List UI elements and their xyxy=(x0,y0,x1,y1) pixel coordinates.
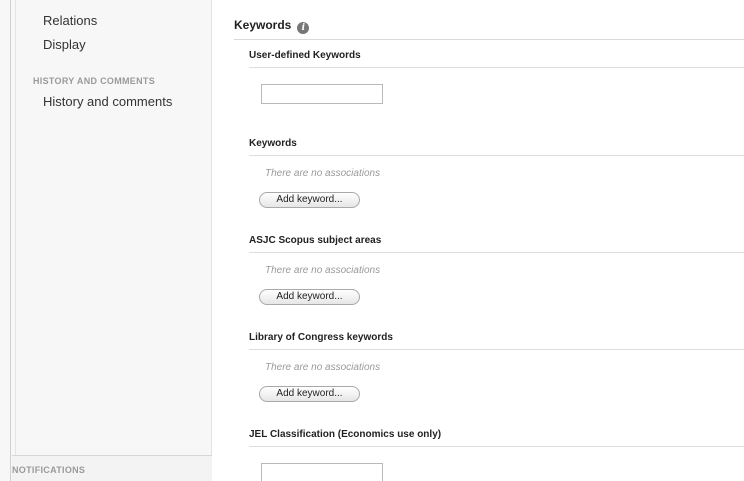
section-title: Keywords i xyxy=(234,18,310,34)
info-icon[interactable]: i xyxy=(297,22,310,34)
sidebar-rail-inner xyxy=(15,0,16,481)
add-keyword-button[interactable]: Add keyword... xyxy=(259,192,360,208)
sidebar-item-history[interactable]: History and comments xyxy=(43,94,172,109)
sidebar-heading-history: HISTORY AND COMMENTS xyxy=(33,76,156,86)
subsection-divider xyxy=(249,446,744,447)
subsection-divider xyxy=(249,252,744,253)
keywords-panel: Keywords i User-defined Keywords Keywords… xyxy=(212,0,744,481)
asjc-empty-note: There are no associations xyxy=(265,265,381,276)
user-defined-keywords-title: User-defined Keywords xyxy=(249,50,361,61)
sidebar-heading-notifications: NOTIFICATIONS xyxy=(12,465,86,475)
jel-classification-title: JEL Classification (Economics use only) xyxy=(249,429,442,440)
user-defined-keywords-input[interactable] xyxy=(261,84,383,104)
subsection-divider xyxy=(249,155,744,156)
jel-classification-input[interactable] xyxy=(261,463,383,481)
keywords-title: Keywords xyxy=(249,138,297,149)
asjc-scopus-title: ASJC Scopus subject areas xyxy=(249,235,382,246)
loc-empty-note: There are no associations xyxy=(265,362,381,373)
sidebar: Relations Display HISTORY AND COMMENTS H… xyxy=(0,0,212,481)
library-of-congress-title: Library of Congress keywords xyxy=(249,332,393,343)
section-divider xyxy=(234,39,744,40)
sidebar-rail xyxy=(10,0,11,481)
sidebar-item-relations[interactable]: Relations xyxy=(43,13,97,28)
notifications-bar: NOTIFICATIONS xyxy=(12,455,212,481)
keywords-empty-note: There are no associations xyxy=(265,168,381,179)
section-title-text: Keywords xyxy=(234,18,292,32)
add-loc-keyword-button[interactable]: Add keyword... xyxy=(259,386,360,402)
subsection-divider xyxy=(249,349,744,350)
sidebar-item-display[interactable]: Display xyxy=(43,37,86,52)
add-asjc-keyword-button[interactable]: Add keyword... xyxy=(259,289,360,305)
subsection-divider xyxy=(249,67,744,68)
